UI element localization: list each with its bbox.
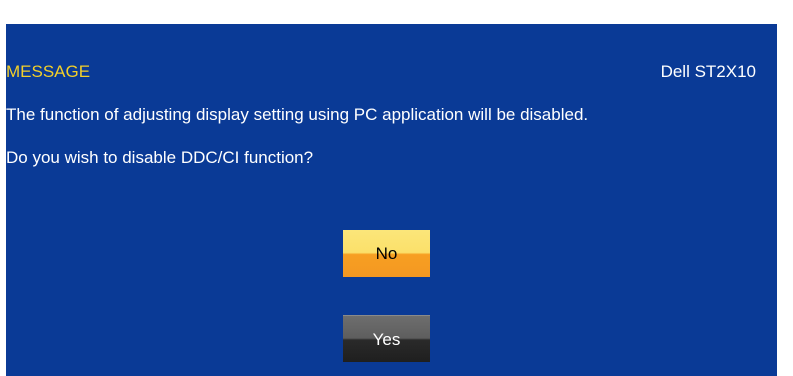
no-button[interactable]: No bbox=[343, 230, 430, 277]
message-text-line-2: Do you wish to disable DDC/CI function? bbox=[6, 148, 314, 167]
yes-button[interactable]: Yes bbox=[343, 315, 430, 362]
message-text-line-1: The function of adjusting display settin… bbox=[6, 105, 589, 124]
osd-message-dialog: MESSAGE Dell ST2X10 The function of adju… bbox=[6, 24, 777, 376]
monitor-model-label: Dell ST2X10 bbox=[660, 62, 756, 81]
dialog-title: MESSAGE bbox=[6, 62, 91, 81]
